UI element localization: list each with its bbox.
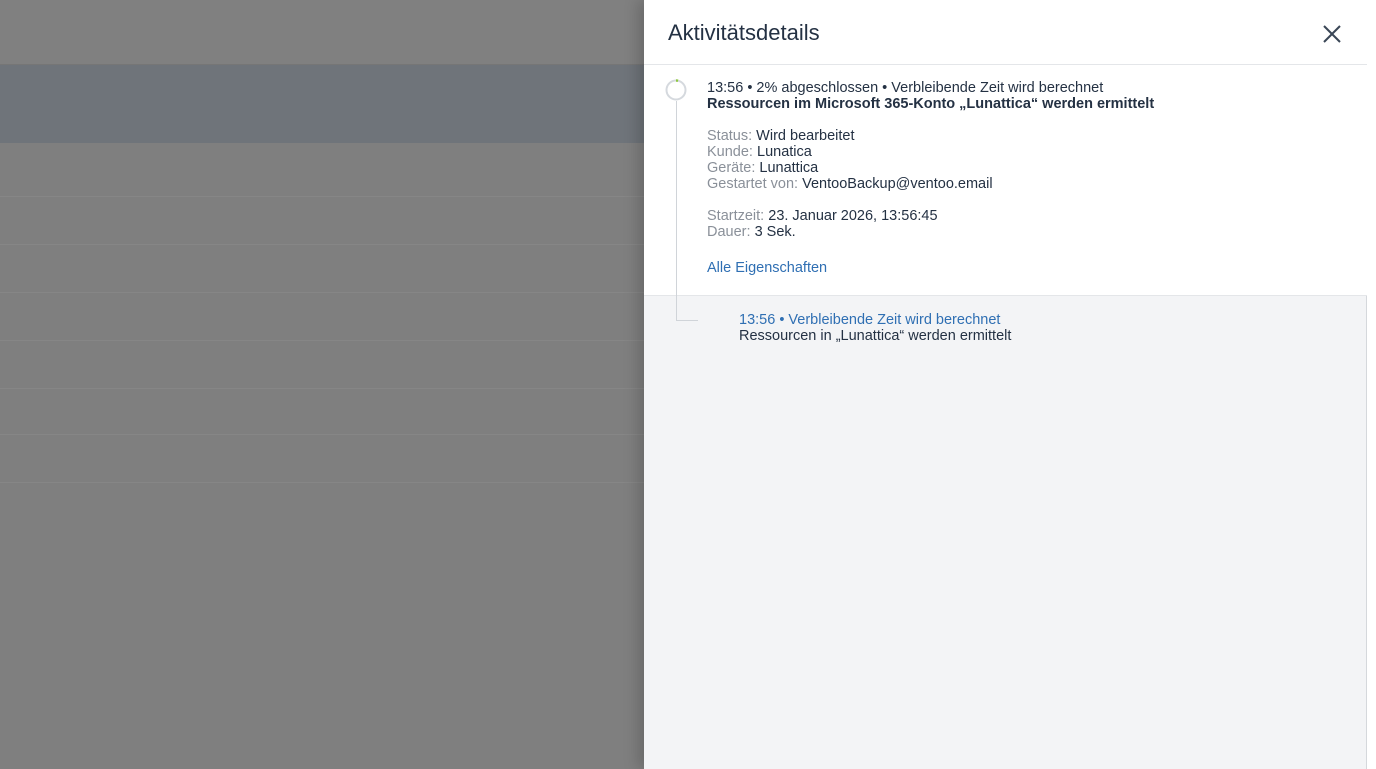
status-value: Wird bearbeitet: [756, 128, 855, 144]
start-time-label: Startzeit:: [707, 208, 765, 224]
duration-label: Dauer:: [707, 224, 751, 240]
started-by-label: Gestartet von:: [707, 176, 799, 192]
status-row: Status: Wird bearbeitet: [707, 128, 855, 144]
activity-details-panel: Aktivitätsdetails 13:56 • 2% abgeschloss…: [644, 0, 1367, 769]
status-label: Status:: [707, 128, 753, 144]
duration-value: 3 Sek.: [754, 224, 796, 240]
customer-value: Lunatica: [757, 144, 812, 160]
devices-row: Geräte: Lunattica: [707, 160, 818, 176]
window-edge: [1367, 0, 1376, 769]
devices-value: Lunattica: [759, 160, 819, 176]
devices-label: Geräte:: [707, 160, 756, 176]
progress-ring-icon: [665, 79, 687, 101]
start-time-row: Startzeit: 23. Januar 2026, 13:56:45: [707, 208, 938, 224]
all-properties-link[interactable]: Alle Eigenschaften: [707, 260, 827, 276]
close-button[interactable]: [1318, 20, 1346, 48]
duration-row: Dauer: 3 Sek.: [707, 224, 796, 240]
panel-title: Aktivitätsdetails: [668, 20, 820, 45]
customer-label: Kunde:: [707, 144, 753, 160]
start-time-value: 23. Januar 2026, 13:56:45: [768, 208, 938, 224]
activity-meta: 13:56 • 2% abgeschlossen • Verbleibende …: [707, 80, 1104, 96]
panel-header: Aktivitätsdetails: [644, 0, 1367, 65]
activity-title: Ressourcen im Microsoft 365-Konto „Lunat…: [707, 96, 1155, 112]
customer-row: Kunde: Lunatica: [707, 144, 812, 160]
started-by-value: VentooBackup@ventoo.email: [802, 176, 993, 192]
timeline-branch: [676, 320, 698, 321]
subactivity-title: Ressourcen in „Lunattica“ werden ermitte…: [739, 328, 1012, 344]
timeline-line: [676, 101, 677, 321]
started-by-row: Gestartet von: VentooBackup@ventoo.email: [707, 176, 993, 192]
close-icon: [1323, 25, 1341, 43]
subactivity-meta: 13:56 • Verbleibende Zeit wird berechnet: [739, 312, 1001, 328]
